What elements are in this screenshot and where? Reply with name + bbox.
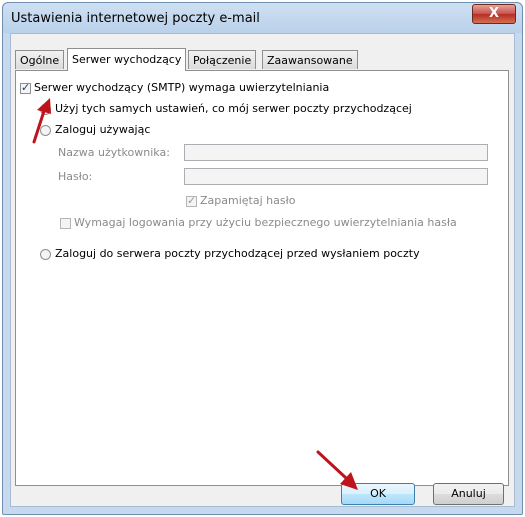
remember-password-checkbox[interactable]: [186, 194, 197, 207]
password-label: Hasło:: [58, 170, 93, 183]
smtp-auth-checkbox[interactable]: [20, 81, 31, 94]
cancel-button[interactable]: Anuluj: [433, 483, 504, 505]
remember-password-label: Zapamiętaj hasło: [200, 194, 296, 207]
close-button[interactable]: X: [472, 4, 516, 24]
tab-connection[interactable]: Połączenie: [188, 50, 257, 69]
smtp-auth-label: Serwer wychodzący (SMTP) wymaga uwierzyt…: [34, 81, 330, 94]
title-bar[interactable]: Ustawienia internetowej poczty e-mail X: [3, 3, 522, 33]
username-label: Nazwa użytkownika:: [58, 146, 170, 159]
close-icon: X: [488, 6, 500, 21]
password-field[interactable]: [184, 168, 488, 185]
remember-password-row[interactable]: Zapamiętaj hasło: [186, 194, 295, 207]
log-on-incoming-label: Zaloguj do serwera poczty przychodzącej …: [55, 247, 420, 260]
dialog-client-area: Ogólne Serwer wychodzący Połączenie Zaaw…: [10, 33, 515, 507]
tab-outgoing-server[interactable]: Serwer wychodzący: [67, 48, 187, 71]
use-same-settings-row[interactable]: Użyj tych samych ustawień, co mój serwer…: [40, 102, 412, 115]
annotation-arrow-checkbox-icon: [32, 98, 51, 144]
spa-checkbox[interactable]: [60, 217, 71, 229]
spa-label: Wymagaj logowania przy użyciu bezpieczne…: [74, 216, 457, 229]
smtp-auth-row[interactable]: Serwer wychodzący (SMTP) wymaga uwierzyt…: [20, 81, 329, 94]
outgoing-server-panel: Serwer wychodzący (SMTP) wymaga uwierzyt…: [15, 70, 509, 486]
log-on-incoming-radio[interactable]: [40, 248, 51, 260]
tab-general[interactable]: Ogólne: [15, 50, 65, 69]
annotation-arrow-ok-icon: [316, 450, 358, 490]
log-on-incoming-row[interactable]: Zaloguj do serwera poczty przychodzącej …: [40, 247, 420, 260]
window-title: Ustawienia internetowej poczty e-mail: [11, 11, 260, 26]
tab-advanced[interactable]: Zaawansowane: [262, 50, 358, 69]
spa-row[interactable]: Wymagaj logowania przy użyciu bezpieczne…: [60, 216, 457, 229]
log-on-using-label: Zaloguj używając: [55, 123, 151, 136]
username-field[interactable]: [184, 144, 488, 161]
dialog-window: Ustawienia internetowej poczty e-mail X …: [2, 2, 523, 515]
use-same-settings-label: Użyj tych samych ustawień, co mój serwer…: [55, 102, 412, 115]
